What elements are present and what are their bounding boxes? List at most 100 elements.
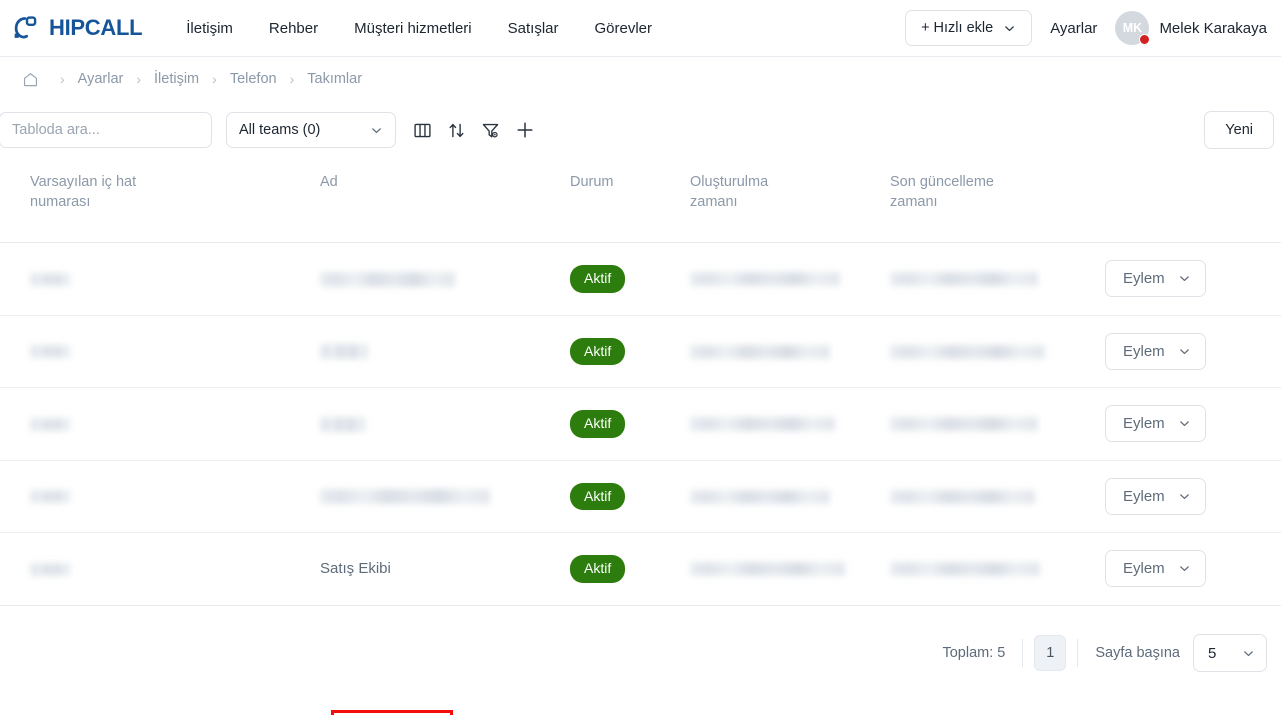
chevron-down-icon — [1178, 417, 1191, 430]
chevron-down-icon — [1178, 490, 1191, 503]
cell-status: Aktif — [570, 533, 690, 606]
cell-updated — [890, 243, 1105, 316]
redacted-value — [320, 344, 368, 359]
cell-name — [320, 315, 570, 388]
quick-add-button[interactable]: + Hızlı ekle — [905, 10, 1032, 46]
teams-filter-value: All teams (0) — [239, 122, 320, 138]
cell-actions: Eylem — [1105, 533, 1281, 606]
action-dropdown-button[interactable]: Eylem — [1105, 333, 1206, 370]
cell-status: Aktif — [570, 315, 690, 388]
per-page-label: Sayfa başına — [1078, 645, 1193, 661]
breadcrumb-item-ayarlar[interactable]: Ayarlar — [78, 71, 124, 87]
teams-table: Varsayılan iç hat numarası Ad Durum Oluş… — [0, 159, 1281, 606]
table-header-row: Varsayılan iç hat numarası Ad Durum Oluş… — [0, 159, 1281, 243]
redacted-value — [690, 345, 830, 359]
user-name: Melek Karakaya — [1159, 20, 1267, 37]
teams-table-container: Varsayılan iç hat numarası Ad Durum Oluş… — [0, 159, 1281, 606]
cell-updated — [890, 315, 1105, 388]
top-navigation-bar: HIPCALL İletişim Rehber Müşteri hizmetle… — [0, 0, 1281, 57]
breadcrumb-item-takimlar[interactable]: Takımlar — [307, 71, 362, 87]
action-dropdown-button[interactable]: Eylem — [1105, 405, 1206, 442]
plus-icon[interactable] — [514, 120, 535, 141]
cell-actions: Eylem — [1105, 460, 1281, 533]
avatar-initials: MK — [1123, 21, 1142, 35]
cell-actions: Eylem — [1105, 388, 1281, 461]
column-header-name[interactable]: Ad — [320, 159, 570, 243]
sort-icon[interactable] — [446, 120, 467, 141]
column-header-status[interactable]: Durum — [570, 159, 690, 243]
cell-extension — [0, 388, 320, 461]
redacted-value — [890, 562, 1040, 576]
redacted-value — [890, 272, 1038, 286]
table-row[interactable]: Aktif Eylem — [0, 243, 1281, 316]
redacted-value — [890, 345, 1045, 359]
breadcrumb-separator: › — [199, 71, 230, 87]
cell-status: Aktif — [570, 388, 690, 461]
table-row[interactable]: Satış Ekibi Aktif Eylem — [0, 533, 1281, 606]
cell-status: Aktif — [570, 460, 690, 533]
cell-updated — [890, 388, 1105, 461]
breadcrumb-separator: › — [277, 71, 308, 87]
avatar: MK — [1115, 11, 1149, 45]
cell-updated — [890, 460, 1105, 533]
column-header-actions — [1105, 159, 1281, 243]
action-dropdown-button[interactable]: Eylem — [1105, 478, 1206, 515]
user-menu[interactable]: MK Melek Karakaya — [1115, 11, 1267, 45]
breadcrumb-separator: › — [47, 71, 78, 87]
redacted-value — [690, 417, 835, 431]
column-header-name-label: Ad — [320, 173, 435, 193]
nav-item-iletisim[interactable]: İletişim — [168, 12, 251, 45]
action-dropdown-button[interactable]: Eylem — [1105, 550, 1206, 587]
redacted-value — [30, 273, 70, 286]
brand-logo[interactable]: HIPCALL — [8, 15, 142, 41]
redacted-value — [30, 490, 70, 503]
column-header-updated-label: Son güncelleme zamanı — [890, 173, 1005, 212]
per-page-dropdown[interactable]: 5 — [1193, 634, 1267, 672]
filter-settings-icon[interactable] — [480, 120, 501, 141]
column-header-extension[interactable]: Varsayılan iç hat numarası — [0, 159, 320, 243]
new-button[interactable]: Yeni — [1204, 111, 1274, 149]
nav-item-musteri-hizmetleri[interactable]: Müşteri hizmetleri — [336, 12, 490, 45]
main-nav-items: İletişim Rehber Müşteri hizmetleri Satış… — [168, 12, 670, 45]
status-badge: Aktif — [570, 410, 625, 438]
action-dropdown-button[interactable]: Eylem — [1105, 260, 1206, 297]
column-header-created[interactable]: Oluşturulma zamanı — [690, 159, 890, 243]
table-body: Aktif Eylem Aktif — [0, 243, 1281, 606]
cell-extension — [0, 315, 320, 388]
home-icon[interactable] — [14, 71, 47, 88]
table-row[interactable]: Aktif Eylem — [0, 315, 1281, 388]
chevron-down-icon — [1178, 272, 1191, 285]
table-footer: Toplam: 5 1 Sayfa başına 5 — [0, 606, 1281, 680]
redacted-value — [30, 345, 70, 358]
chevron-down-icon — [1178, 345, 1191, 358]
chevron-down-icon — [370, 124, 383, 137]
nav-item-gorevler[interactable]: Görevler — [577, 12, 671, 45]
breadcrumb-item-telefon[interactable]: Telefon — [230, 71, 277, 87]
nav-item-rehber[interactable]: Rehber — [251, 12, 336, 45]
cell-created — [690, 460, 890, 533]
search-input[interactable] — [0, 112, 212, 148]
cell-name: Satış Ekibi — [320, 533, 570, 606]
columns-icon[interactable] — [412, 120, 433, 141]
brand-name: HIPCALL — [49, 15, 142, 41]
status-dot-icon — [1139, 34, 1150, 45]
breadcrumb-separator: › — [123, 71, 154, 87]
table-row[interactable]: Aktif Eylem — [0, 388, 1281, 461]
column-header-updated[interactable]: Son güncelleme zamanı — [890, 159, 1105, 243]
cell-updated — [890, 533, 1105, 606]
table-row[interactable]: Aktif Eylem — [0, 460, 1281, 533]
redacted-value — [690, 490, 830, 504]
table-toolbar: All teams (0) — [0, 101, 1281, 159]
page-number-button[interactable]: 1 — [1034, 635, 1066, 671]
settings-link[interactable]: Ayarlar — [1050, 20, 1097, 37]
breadcrumb-item-iletisim[interactable]: İletişim — [154, 71, 199, 87]
nav-item-satislar[interactable]: Satışlar — [490, 12, 577, 45]
action-button-label: Eylem — [1123, 343, 1165, 360]
status-badge: Aktif — [570, 555, 625, 583]
highlight-box-name-cell — [331, 710, 453, 715]
teams-filter-dropdown[interactable]: All teams (0) — [226, 112, 396, 148]
redacted-value — [30, 563, 70, 576]
total-count-label: Toplam: 5 — [942, 645, 1022, 661]
action-button-label: Eylem — [1123, 415, 1165, 432]
status-badge: Aktif — [570, 265, 625, 293]
